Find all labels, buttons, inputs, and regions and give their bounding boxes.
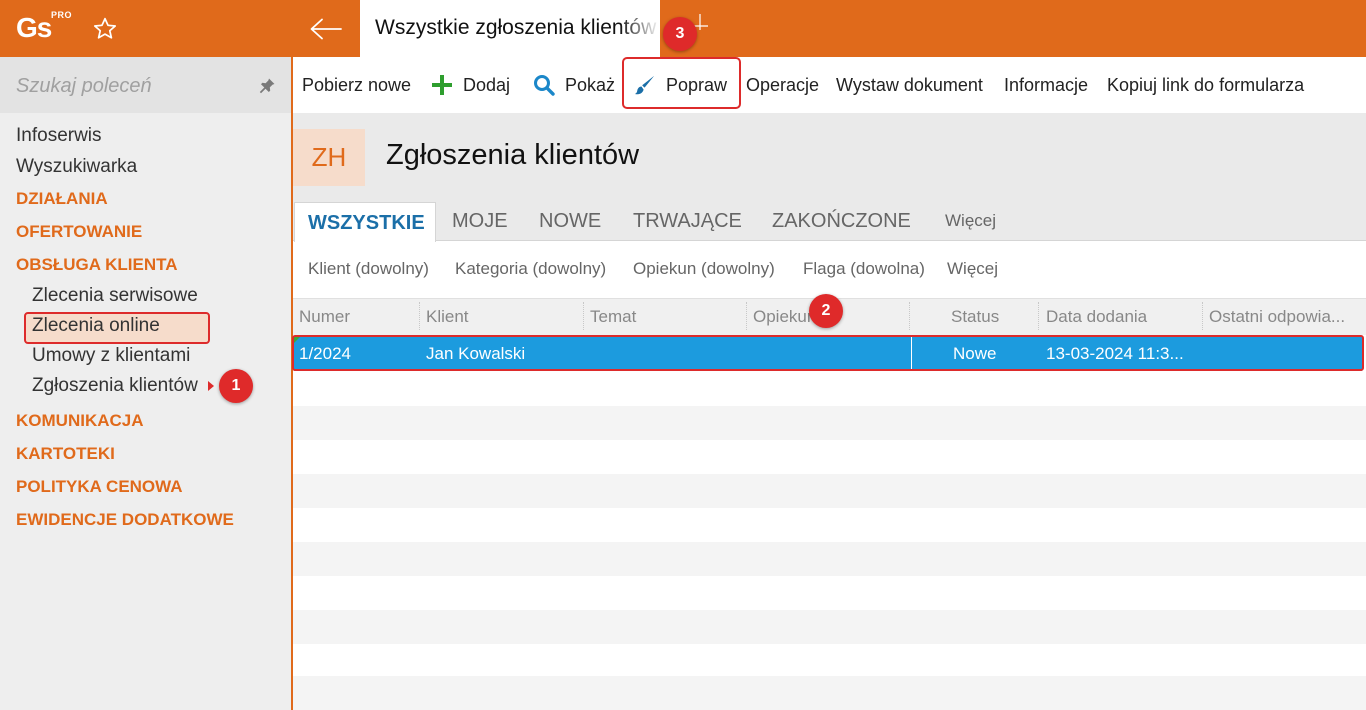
command-search (0, 57, 291, 113)
page-badge: ZH (293, 129, 365, 186)
page-title: Zgłoszenia klientów (386, 139, 640, 171)
sidebar-section-polityka-cenowa[interactable]: POLITYKA CENOWA (16, 477, 183, 497)
sidebar-item-zlecenia-serwisowe[interactable]: Zlecenia serwisowe (32, 285, 198, 307)
callout-1: 1 (219, 369, 253, 403)
column-header-data-dodania[interactable]: Data dodania (1046, 298, 1147, 335)
callout-2: 2 (809, 294, 843, 328)
sidebar-section-komunikacja[interactable]: KOMUNIKACJA (16, 411, 144, 431)
empty-row (293, 676, 1366, 710)
star-icon (93, 17, 117, 39)
sidebar-section-ofertowanie[interactable]: OFERTOWANIE (16, 222, 142, 242)
callout-3: 3 (663, 17, 697, 51)
window-tab-active[interactable]: Wszystkie zgłoszenia klientów (360, 0, 660, 57)
selected-row-highlight (292, 335, 1364, 371)
arrow-left-icon (310, 18, 342, 39)
sidebar-item-wyszukiwarka[interactable]: Wyszukiwarka (16, 156, 137, 178)
empty-row (293, 610, 1366, 644)
show-button[interactable]: Pokaż (533, 57, 615, 113)
favorites-button[interactable] (71, 0, 139, 57)
empty-row (293, 372, 1366, 406)
filter-client[interactable]: Klient (dowolny) (308, 259, 429, 279)
sidebar-item-umowy-z-klientami[interactable]: Umowy z klientami (32, 345, 190, 367)
edit-button-highlight (622, 57, 741, 109)
sidebar-item-zgloszenia-klientow[interactable]: Zgłoszenia klientów (32, 375, 198, 397)
magnifier-icon (534, 75, 555, 96)
tab-moje[interactable]: MOJE (452, 201, 508, 241)
tab-wszystkie[interactable]: WSZYSTKIE (294, 202, 436, 242)
information-button[interactable]: Informacje (1004, 57, 1088, 113)
add-label: Dodaj (463, 74, 511, 95)
empty-row (293, 508, 1366, 542)
empty-row (293, 474, 1366, 508)
empty-row (293, 440, 1366, 474)
tab-trwajace[interactable]: TRWAJĄCE (633, 201, 742, 241)
column-header-opiekun[interactable]: Opiekun (753, 298, 816, 335)
filter-flag[interactable]: Flaga (dowolna) (803, 259, 925, 279)
column-header-status[interactable]: Status (951, 298, 999, 335)
logo-text: Gs (16, 12, 52, 43)
logo-pro-badge: PRO (51, 10, 73, 20)
app-logo[interactable]: Gs PRO (16, 10, 72, 46)
pin-icon[interactable] (258, 77, 276, 95)
add-button[interactable]: Dodaj (431, 57, 510, 113)
column-header-klient[interactable]: Klient (426, 298, 469, 335)
filter-supervisor[interactable]: Opiekun (dowolny) (633, 259, 775, 279)
tab-wszystkie-label: WSZYSTKIE (308, 212, 425, 234)
issue-document-button[interactable]: Wystaw dokument (836, 57, 983, 113)
operations-button[interactable]: Operacje (746, 57, 819, 113)
window-tab-title: Wszystkie zgłoszenia klientów (375, 16, 657, 39)
command-search-input[interactable] (16, 71, 236, 101)
sidebar-item-zlecenia-online[interactable]: Zlecenia online (32, 315, 160, 337)
empty-row (293, 406, 1366, 440)
filter-more[interactable]: Więcej (947, 259, 998, 279)
tab-zakonczone[interactable]: ZAKOŃCZONE (772, 201, 911, 241)
show-label: Pokaż (565, 74, 616, 95)
copy-link-button[interactable]: Kopiuj link do formularza (1107, 57, 1304, 113)
operations-label: Operacje (746, 74, 820, 95)
column-header-numer[interactable]: Numer (299, 298, 350, 335)
sidebar-section-kartoteki[interactable]: KARTOTEKI (16, 444, 115, 464)
empty-row (293, 576, 1366, 610)
fetch-new-button[interactable]: Pobierz nowe (302, 57, 411, 113)
copy-link-label: Kopiuj link do formularza (1107, 74, 1305, 95)
information-label: Informacje (1004, 74, 1089, 95)
column-header-temat[interactable]: Temat (590, 298, 636, 335)
empty-row (293, 542, 1366, 576)
fetch-new-label: Pobierz nowe (302, 74, 412, 95)
issue-document-label: Wystaw dokument (836, 74, 983, 95)
sidebar-section-ewidencje-dodatkowe[interactable]: EWIDENCJE DODATKOWE (16, 510, 234, 530)
plus-icon (432, 75, 452, 95)
sidebar-section-obsluga-klienta[interactable]: OBSŁUGA KLIENTA (16, 255, 178, 275)
back-button[interactable] (292, 0, 360, 57)
tab-more[interactable]: Więcej (945, 201, 996, 241)
column-header-ostatni[interactable]: Ostatni odpowia... (1209, 298, 1345, 335)
filter-category[interactable]: Kategoria (dowolny) (455, 259, 606, 279)
tab-nowe[interactable]: NOWE (539, 201, 601, 241)
sidebar-item-infoserwis[interactable]: Infoserwis (16, 125, 102, 147)
sidebar-section-dzialania[interactable]: DZIAŁANIA (16, 189, 108, 209)
empty-row (293, 644, 1366, 678)
